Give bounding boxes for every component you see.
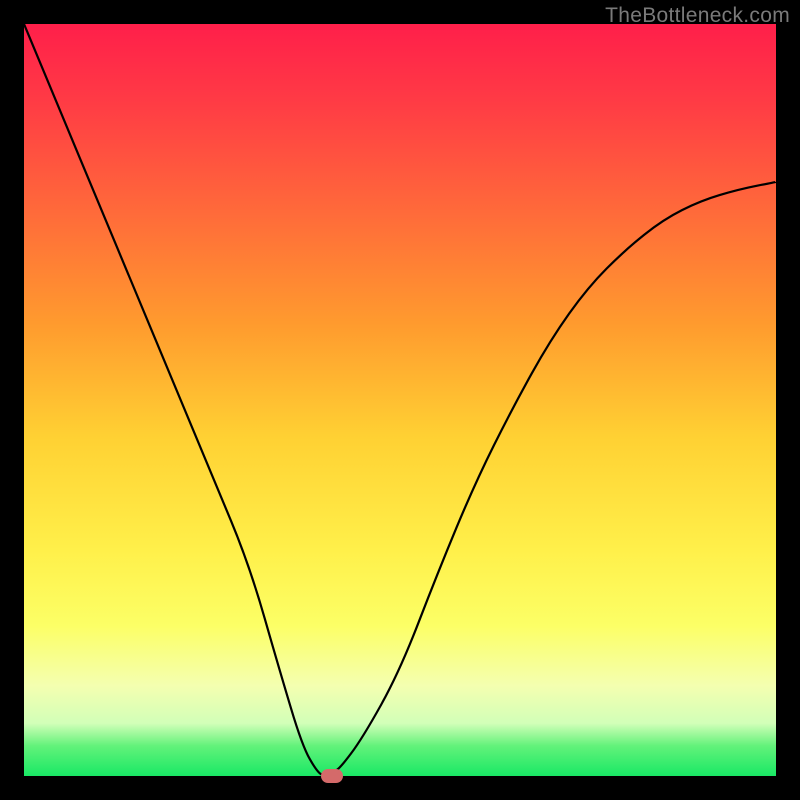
watermark-text: TheBottleneck.com <box>605 4 790 28</box>
bottleneck-curve <box>24 24 776 776</box>
optimal-point-marker <box>321 769 343 783</box>
plot-area <box>24 24 776 776</box>
chart-frame: TheBottleneck.com <box>0 0 800 800</box>
